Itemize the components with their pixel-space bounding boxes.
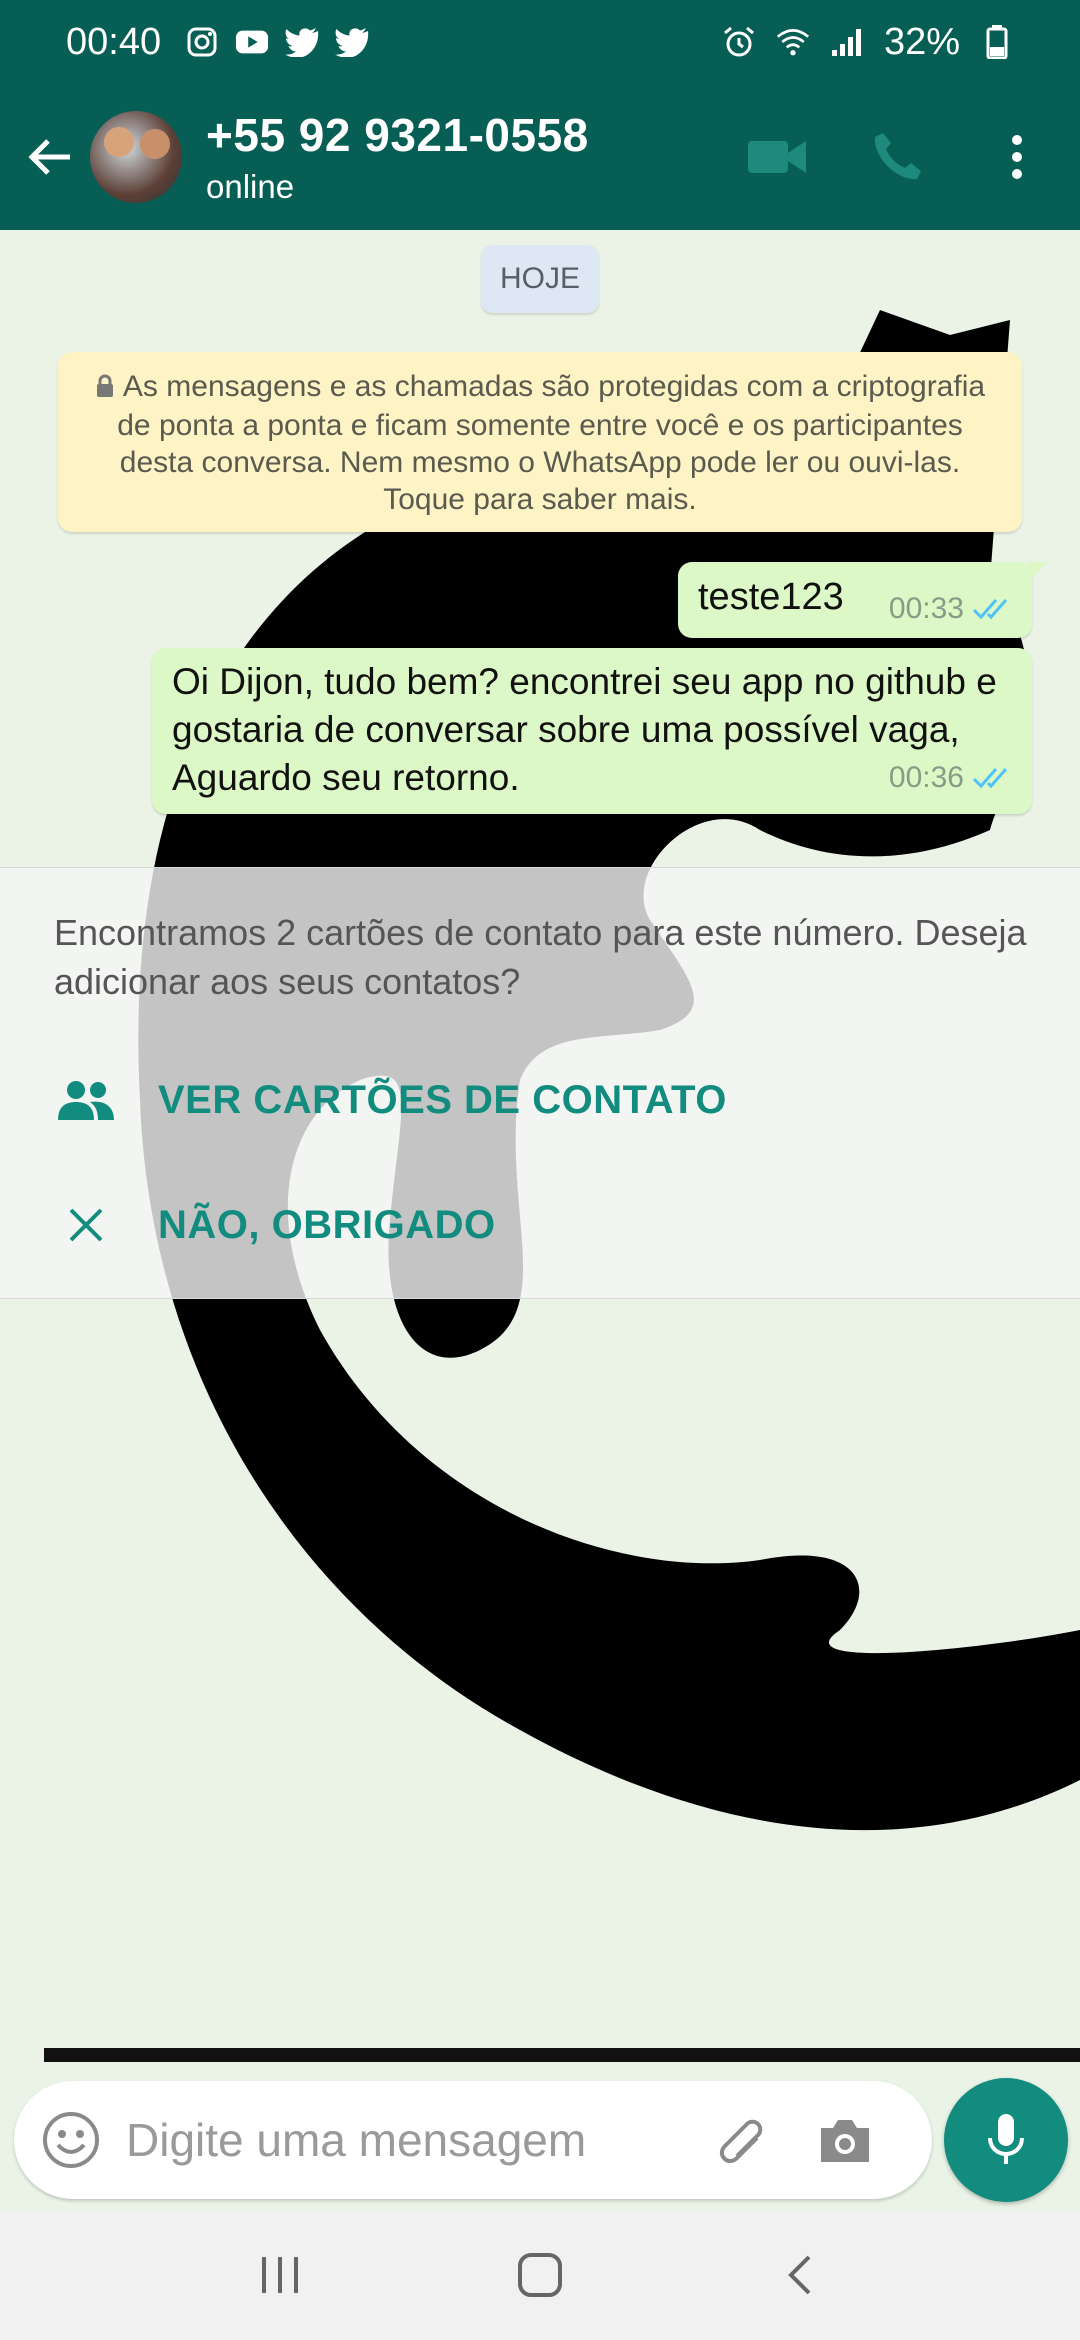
phone-icon bbox=[874, 133, 921, 180]
emoji-button[interactable] bbox=[36, 2105, 106, 2175]
twitter-icon bbox=[335, 25, 369, 59]
read-receipt-icon bbox=[972, 599, 1008, 620]
status-time: 00:40 bbox=[66, 20, 162, 63]
dismiss-label: NÃO, OBRIGADO bbox=[158, 1202, 496, 1247]
recents-icon bbox=[262, 2257, 298, 2293]
back-nav-button[interactable] bbox=[760, 2235, 840, 2315]
system-nav-bar bbox=[0, 2210, 1080, 2340]
close-icon bbox=[54, 1193, 118, 1257]
view-contact-cards-button[interactable]: VER CARTÕES DE CONTATO bbox=[54, 1068, 727, 1132]
twitter-icon bbox=[285, 25, 319, 59]
message-meta: 00:36 bbox=[889, 754, 1016, 802]
battery-icon bbox=[980, 25, 1014, 59]
message-bubble[interactable]: teste123 00:33 bbox=[678, 562, 1048, 638]
read-receipt-icon bbox=[972, 768, 1008, 789]
more-vert-icon bbox=[1012, 135, 1022, 179]
contact-status: online bbox=[206, 168, 295, 205]
view-contact-cards-label: VER CARTÕES DE CONTATO bbox=[158, 1077, 727, 1122]
camera-icon bbox=[821, 2120, 869, 2162]
back-button[interactable] bbox=[10, 107, 90, 207]
chat-header: +55 92 9321-0558 online bbox=[0, 84, 1080, 230]
more-options-button[interactable] bbox=[982, 122, 1052, 192]
encryption-notice-text: As mensagens e as chamadas são protegida… bbox=[117, 370, 986, 516]
message-text: Oi Dijon, tudo bem? encontrei seu app no… bbox=[172, 661, 997, 798]
people-icon bbox=[54, 1068, 118, 1132]
contact-title[interactable]: +55 92 9321-0558 online bbox=[206, 108, 589, 206]
video-call-button[interactable] bbox=[742, 122, 812, 192]
message-input[interactable] bbox=[126, 2113, 686, 2167]
voice-call-button[interactable] bbox=[862, 122, 932, 192]
prompt-text: Encontramos 2 cartões de contato para es… bbox=[54, 912, 1027, 1002]
voice-record-button[interactable] bbox=[944, 2078, 1068, 2202]
notification-icons bbox=[185, 25, 369, 59]
home-button[interactable] bbox=[500, 2235, 580, 2315]
bubble-tail bbox=[1028, 562, 1048, 582]
camera-button[interactable] bbox=[810, 2105, 880, 2175]
date-chip: HOJE bbox=[481, 245, 599, 313]
status-bar: 00:40 32% bbox=[0, 0, 1080, 84]
emoji-icon bbox=[43, 2112, 99, 2168]
battery-percent: 32% bbox=[883, 20, 960, 63]
wifi-icon bbox=[776, 25, 810, 59]
message-meta: 00:33 bbox=[889, 592, 1016, 626]
avatar[interactable] bbox=[90, 111, 182, 203]
message-time: 00:33 bbox=[888, 592, 964, 625]
video-call-icon bbox=[748, 141, 806, 173]
encryption-notice[interactable]: As mensagens e as chamadas são protegida… bbox=[58, 352, 1022, 532]
chevron-left-icon bbox=[788, 2255, 811, 2295]
message-time: 00:36 bbox=[888, 761, 964, 794]
message-text: teste123 bbox=[698, 576, 844, 618]
back-arrow-icon bbox=[28, 139, 70, 175]
microphone-icon bbox=[988, 2114, 1024, 2164]
signal-icon bbox=[830, 25, 864, 59]
system-status: 32% bbox=[722, 21, 1014, 64]
message-bubble[interactable]: Oi Dijon, tudo bem? encontrei seu app no… bbox=[152, 648, 1032, 814]
attach-button[interactable] bbox=[704, 2105, 774, 2175]
alarm-icon bbox=[722, 25, 756, 59]
youtube-icon bbox=[235, 25, 269, 59]
instagram-icon bbox=[185, 25, 219, 59]
paperclip-icon bbox=[719, 2119, 763, 2163]
message-composer bbox=[14, 2081, 932, 2199]
header-actions bbox=[742, 122, 1052, 192]
contact-name: +55 92 9321-0558 bbox=[206, 109, 589, 161]
contact-cards-prompt: Encontramos 2 cartões de contato para es… bbox=[0, 867, 1080, 1299]
dismiss-button[interactable]: NÃO, OBRIGADO bbox=[54, 1193, 496, 1257]
lock-icon bbox=[95, 370, 115, 407]
recents-button[interactable] bbox=[240, 2235, 320, 2315]
home-icon bbox=[518, 2253, 562, 2297]
